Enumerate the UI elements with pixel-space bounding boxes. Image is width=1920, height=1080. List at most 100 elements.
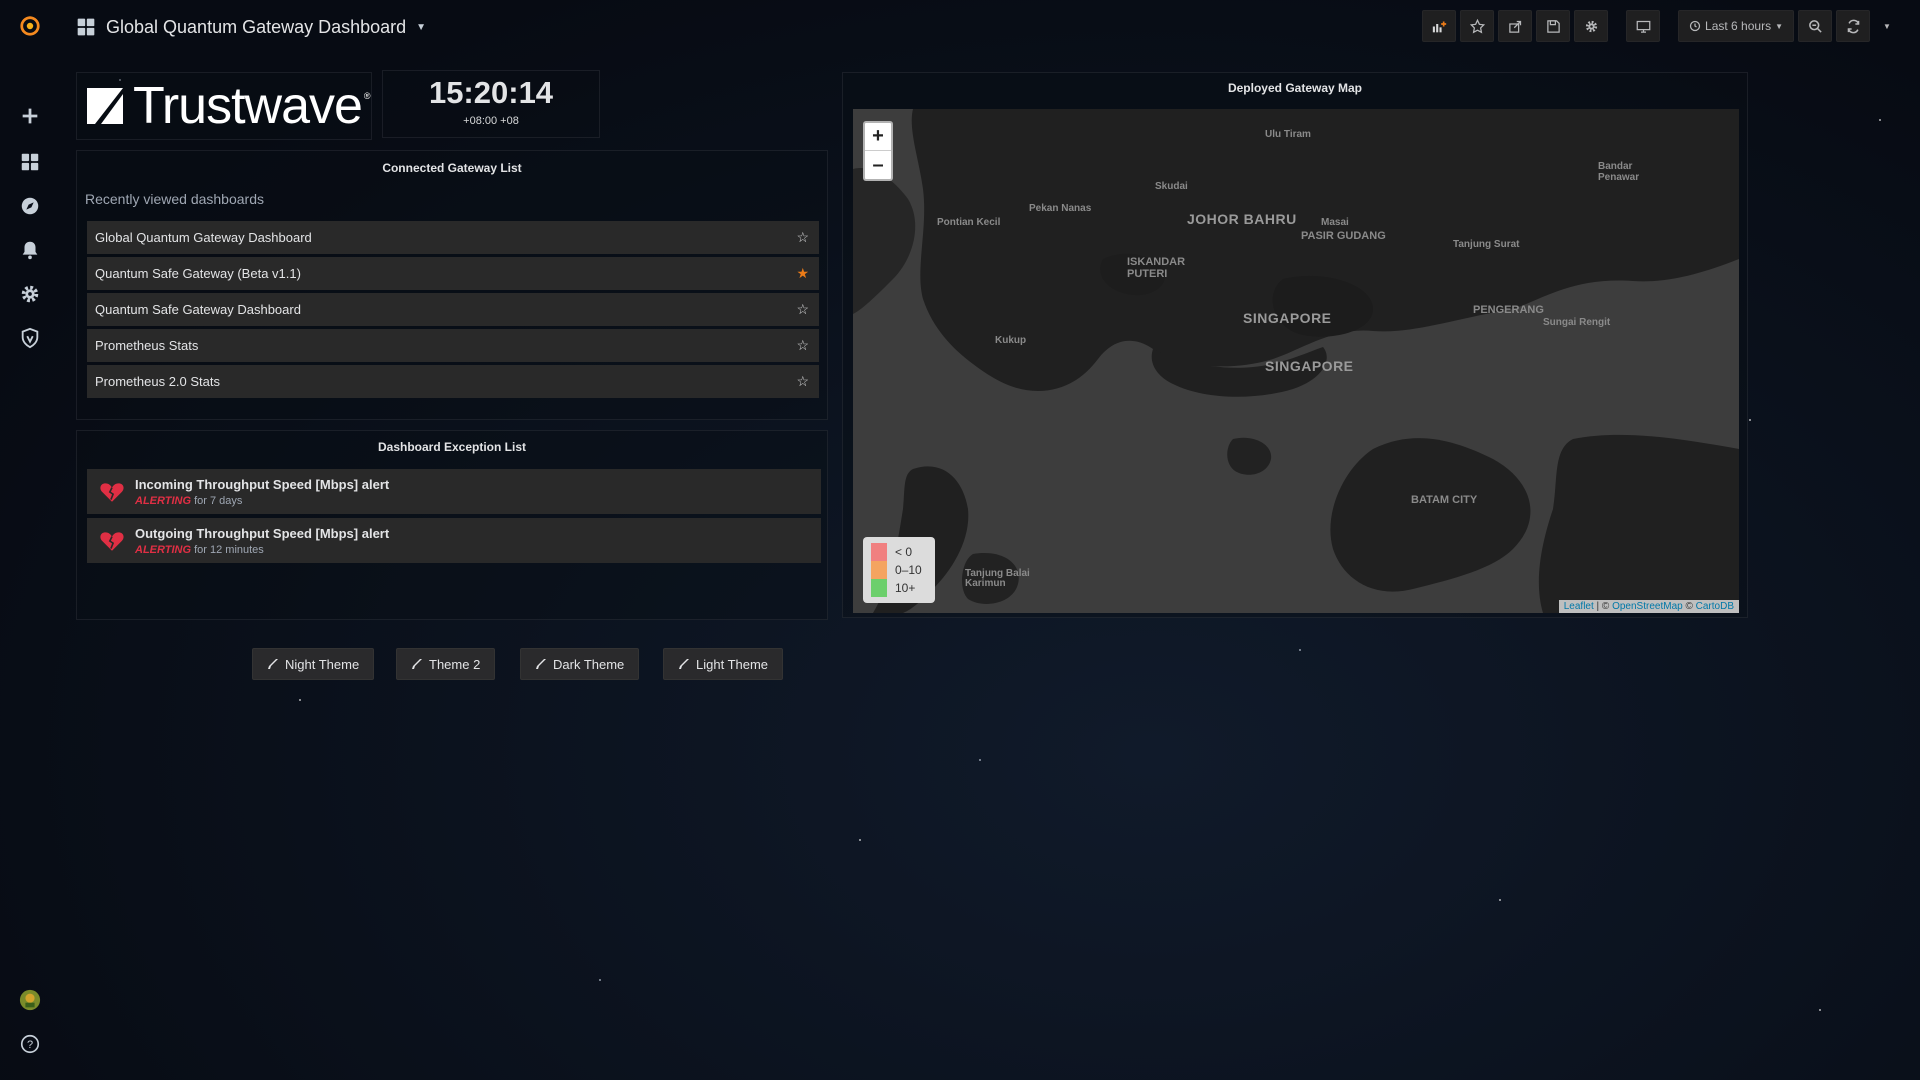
zoom-out-button[interactable]: – [865,151,891,179]
map-label: PASIR GUDANG [1301,230,1386,242]
panel-title: Connected Gateway List [382,161,522,175]
button-label: Dark Theme [553,656,625,672]
list-item[interactable]: Prometheus Stats ☆ [87,329,819,362]
dashboard-link[interactable]: Global Quantum Gateway Dashboard [95,230,312,245]
list-item[interactable]: Prometheus 2.0 Stats ☆ [87,365,819,398]
settings-button[interactable] [1574,10,1609,42]
connected-gateway-panel: Connected Gateway List Recently viewed d… [76,150,828,420]
star-icon[interactable]: ☆ [796,229,809,246]
save-icon [1546,19,1560,33]
dark-theme-button[interactable]: Dark Theme [520,648,640,680]
alert-item[interactable]: Incoming Throughput Speed [Mbps] alert A… [87,469,821,514]
night-theme-button[interactable]: Night Theme [252,648,375,680]
refresh-icon [1847,19,1859,33]
star-icon [1469,18,1485,33]
time-range-picker[interactable]: Last 6 hours ▼ [1678,10,1794,42]
dashboard-link[interactable]: Prometheus Stats [95,338,198,353]
brush-icon [268,659,278,669]
refresh-interval-dropdown[interactable]: ▼ [1874,10,1900,42]
brush-icon [412,659,422,669]
star-icon[interactable]: ☆ [796,337,809,354]
dashboard-link[interactable]: Quantum Safe Gateway Dashboard [95,302,301,317]
add-panel-button[interactable] [1422,10,1457,42]
map-canvas[interactable]: Ulu Tiram Bandar Penawar Skudai Pontian … [853,109,1739,613]
alert-duration: for 7 days [194,494,243,507]
clock-time: 15:20:14 [428,75,554,110]
openstreetmap-link[interactable]: OpenStreetMap [1612,601,1683,612]
leaflet-link[interactable]: Leaflet [1564,601,1594,612]
help-icon[interactable]: ? [12,1026,48,1062]
clock-timezone: +08:00 +08 [463,115,519,127]
gear-icon[interactable] [12,276,48,312]
panel-title: Deployed Gateway Map [1227,81,1363,95]
theme-2-button[interactable]: Theme 2 [396,648,496,680]
map-label: Kukup [995,335,1027,346]
share-button[interactable] [1498,10,1533,42]
zoom-in-button[interactable]: + [865,123,891,151]
map-attribution: Leaflet | © OpenStreetMap © CartoDB [1558,600,1739,613]
alert-name: Incoming Throughput Speed [Mbps] alert [135,476,390,492]
logo-registered-mark: ® [363,91,371,101]
sidebar: ? [0,0,60,1080]
cycle-view-mode-button[interactable] [1626,10,1661,42]
star-icon[interactable]: ☆ [796,373,809,390]
chevron-down-icon: ▼ [416,21,427,33]
recent-dashboards-label: Recently viewed dashboards [85,191,264,207]
broken-heart-icon [100,482,124,502]
map-zoom-control: + – [863,121,893,181]
brush-icon [536,659,546,669]
legend-swatch [871,543,887,561]
zoom-out-time-button[interactable] [1798,10,1832,42]
map-label: Ulu Tiram [1265,129,1311,140]
alert-name: Outgoing Throughput Speed [Mbps] alert [135,525,390,541]
explore-compass-icon[interactable] [12,188,48,224]
gear-icon [1585,20,1597,32]
map-label: PENGERANG [1473,304,1544,316]
refresh-button[interactable] [1836,10,1870,42]
button-label: Light Theme [696,656,769,672]
dashboard-link[interactable]: Prometheus 2.0 Stats [95,374,220,389]
shield-icon[interactable] [12,320,48,356]
map-legend: < 0 0–10 10+ [863,537,935,603]
dashboard-link[interactable]: Quantum Safe Gateway (Beta v1.1) [95,266,301,281]
logo-panel: Trustwave ® [76,72,372,140]
star-dashboard-button[interactable] [1460,10,1495,42]
legend-item: 0–10 [871,561,927,579]
brush-icon [679,659,689,669]
bell-icon[interactable] [12,232,48,268]
legend-label: 10+ [895,581,916,595]
map-label: Pekan Nanas [1029,203,1092,214]
light-theme-button[interactable]: Light Theme [663,648,784,680]
add-panel-icon [1432,21,1446,32]
clock-panel: 15:20:14 +08:00 +08 [382,70,600,138]
save-dashboard-button[interactable] [1536,10,1571,42]
star-filled-icon[interactable]: ★ [796,265,809,282]
dashboard-title-picker[interactable]: Global Quantum Gateway Dashboard ▼ [76,12,426,42]
list-item[interactable]: Quantum Safe Gateway (Beta v1.1) ★ [87,257,819,290]
monitor-icon [1636,20,1650,33]
map-label: BATAM CITY [1411,494,1478,506]
attribution-separator: © [1682,601,1696,612]
share-icon [1508,20,1521,33]
svg-text:?: ? [27,1039,33,1051]
dashboards-icon[interactable] [12,144,48,180]
grafana-logo-icon[interactable] [12,8,48,44]
cartodb-link[interactable]: CartoDB [1696,601,1734,612]
map-label: ISKANDAR PUTERI [1127,256,1186,280]
alert-item[interactable]: Outgoing Throughput Speed [Mbps] alert A… [87,518,821,563]
list-item[interactable]: Quantum Safe Gateway Dashboard ☆ [87,293,819,326]
legend-label: 0–10 [895,563,922,577]
alert-state: ALERTING [135,494,192,507]
list-item[interactable]: Global Quantum Gateway Dashboard ☆ [87,221,819,254]
avatar[interactable] [12,982,48,1018]
chevron-down-icon: ▼ [1775,21,1783,31]
time-range-label: Last 6 hours [1705,19,1772,33]
map-label: Tanjung Balai Karimun [965,568,1030,589]
legend-swatch [871,561,887,579]
star-icon[interactable]: ☆ [796,301,809,318]
plus-icon[interactable] [12,98,48,134]
panel-title: Dashboard Exception List [377,440,527,454]
legend-item: 10+ [871,579,927,597]
map-label: SINGAPORE [1265,358,1354,374]
logo-text: Trustwave [133,77,363,135]
